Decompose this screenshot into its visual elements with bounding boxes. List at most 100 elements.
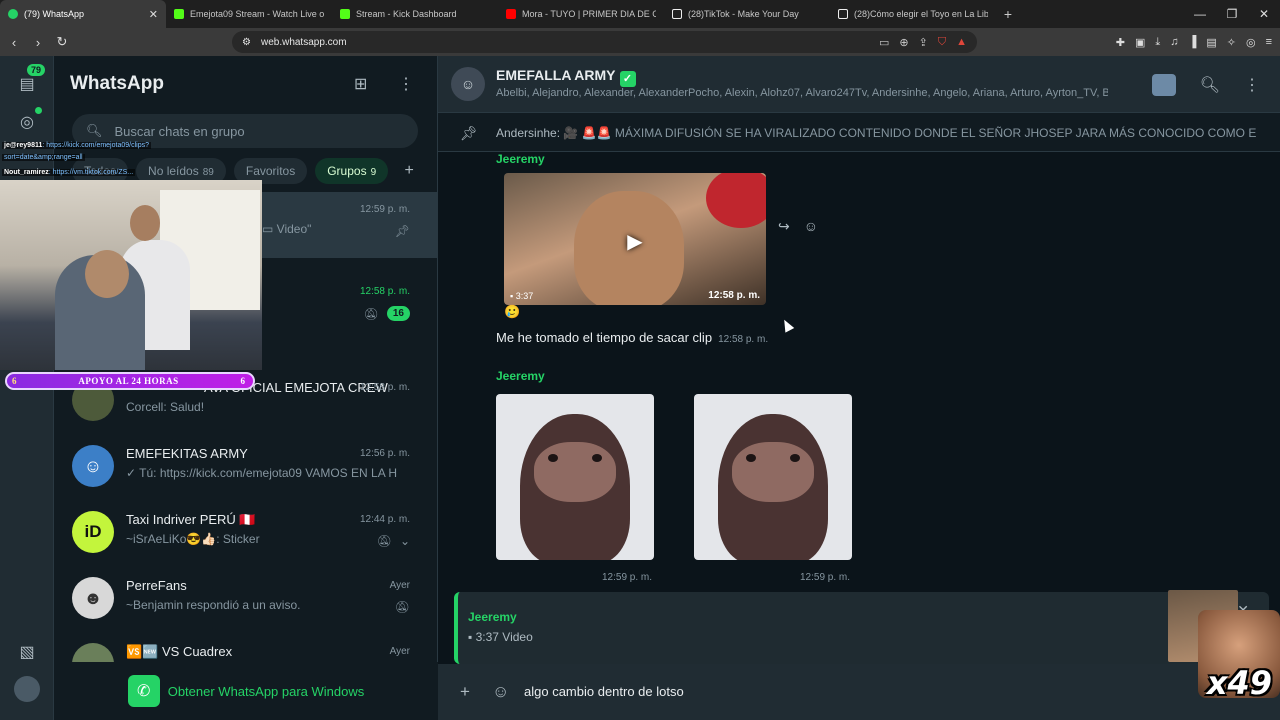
emoji-icon[interactable]: ☺: [804, 218, 818, 235]
tab-tiktok-2[interactable]: (28)Cómo elegir el Toyo en La Liberta: [830, 0, 996, 28]
chat-time: 12:58 p. m.: [359, 382, 410, 393]
close-window-icon[interactable]: ✕: [1248, 0, 1280, 28]
message-list[interactable]: Jeeremy ▶ ▪ 3:37 12:58 p. m. ↪ ☺ 🥲 Me he…: [438, 152, 1280, 582]
more-options-icon[interactable]: ⋮: [398, 74, 414, 94]
cam-head: [130, 205, 160, 241]
restore-icon[interactable]: ❐: [1216, 0, 1248, 28]
chat-row[interactable]: iD Taxi Indriver PERÚ 🇵🇪 ~iSrAeLiKo😎👍🏻: …: [54, 502, 438, 568]
video-call-icon[interactable]: [1151, 74, 1176, 96]
header-actions: 🔍︎ ⋮: [1151, 74, 1260, 96]
chevron-down-icon[interactable]: ⌄: [400, 534, 410, 548]
media-icon[interactable]: ▧: [13, 638, 41, 666]
tab-tiktok[interactable]: (28)TikTok - Make Your Day: [664, 0, 830, 28]
tab-title: Stream - Kick Dashboard: [356, 9, 457, 19]
chat-row[interactable]: 🆚🆕 VS Cuadrex Ayer: [54, 634, 438, 662]
cast-icon[interactable]: ▭: [879, 36, 889, 49]
reaction-emoji: 🥲: [504, 304, 521, 319]
muted-icon: 🔕︎: [376, 534, 392, 548]
tab-title: Emejota09 Stream - Watch Live on K: [190, 9, 324, 19]
tab-title: Mora - TUYO | PRIMER DIA DE CLASE: [522, 9, 656, 19]
new-tab-button[interactable]: +: [996, 0, 1020, 28]
extensions-icon[interactable]: ✚: [1116, 36, 1125, 49]
sidebar-icon[interactable]: ▐: [1189, 36, 1197, 48]
forward-icon[interactable]: ›: [28, 35, 48, 50]
vpn-icon[interactable]: ◎: [1246, 36, 1256, 49]
unread-badge: 16: [386, 306, 410, 321]
stream-alert-count: x49: [1206, 664, 1272, 702]
wallet-icon[interactable]: ▤: [1206, 36, 1216, 49]
music-icon[interactable]: ♫: [1170, 36, 1178, 48]
zoom-icon[interactable]: ⊕: [899, 36, 908, 49]
chat-meta: 📌︎: [395, 224, 410, 238]
screen: (79) WhatsApp ✕ Emejota09 Stream - Watch…: [0, 0, 1280, 720]
attach-icon[interactable]: +: [460, 682, 470, 702]
message-input[interactable]: algo cambio dentro de lotso: [524, 684, 684, 699]
more-options-icon[interactable]: ⋮: [1244, 75, 1260, 95]
chat-row[interactable]: ☻ PerreFans ~Benjamin respondió a un avi…: [54, 568, 438, 634]
reply-info: ▪ 3:37 Video: [468, 630, 533, 644]
sticker-monkey-face: [732, 442, 814, 502]
stream-banner: 6 APOYO AL 24 HORAS 6: [5, 372, 255, 390]
kick-favicon: [174, 9, 184, 19]
chat-meta: 🔕︎: [395, 600, 410, 614]
conversation-header[interactable]: ☺ EMEFALLA ARMY ✓ Abelbi, Alejandro, Alex…: [438, 56, 1280, 112]
pinned-message-bar[interactable]: 📌︎ Andersinhe: 🎥 🚨🚨 MÁXIMA DIFUSIÓN SE H…: [438, 112, 1280, 152]
chat-meta: 🔕︎ ⌄: [377, 534, 410, 548]
sticker-icon[interactable]: ☺: [492, 682, 509, 702]
site-info-icon[interactable]: ⚙: [242, 37, 251, 48]
text-message[interactable]: Me he tomado el tiempo de sacar clip 12:5…: [496, 330, 768, 345]
sticker-message[interactable]: [694, 394, 852, 560]
get-windows-app-link[interactable]: ✆ Obtener WhatsApp para Windows: [54, 662, 438, 720]
video-duration: ▪ 3:37: [510, 291, 534, 301]
sparkle-icon[interactable]: ✧: [1227, 36, 1236, 49]
sticker-eye: [548, 454, 558, 462]
download-icon[interactable]: ⤓: [1155, 36, 1160, 49]
minimize-icon[interactable]: —: [1184, 0, 1216, 28]
profile-avatar[interactable]: [14, 676, 40, 702]
group-avatar: ☺: [72, 445, 114, 487]
video-message[interactable]: ▶ ▪ 3:37 12:58 p. m.: [504, 173, 766, 305]
chat-time: 12:44 p. m.: [359, 514, 410, 525]
search-icon: 🔍︎: [86, 123, 103, 138]
filter-groups[interactable]: Grupos 9: [315, 158, 389, 184]
add-filter-icon[interactable]: +: [396, 158, 422, 184]
tab-kick-dashboard[interactable]: Stream - Kick Dashboard: [332, 0, 498, 28]
message-sender: Jeeremy: [496, 369, 545, 383]
alert-icon[interactable]: ▲: [956, 36, 967, 48]
sticker-monkey-face: [534, 442, 616, 502]
sticker-eye: [592, 454, 602, 462]
message-composer: + ☺ algo cambio dentro de lotso: [438, 664, 1280, 720]
sticker-message[interactable]: [496, 394, 654, 560]
reply-preview[interactable]: Jeeremy ▪ 3:37 Video ✕: [454, 590, 1269, 664]
banner-number: 6: [240, 376, 246, 386]
tab-kick-stream[interactable]: Emejota09 Stream - Watch Live on K: [166, 0, 332, 28]
extension-icons: ✚ ▣ ⤓ ♫ ▐ ▤ ✧ ◎ ≡: [1116, 28, 1272, 56]
filter-count: 9: [370, 167, 377, 178]
muted-icon: 🔕︎: [363, 306, 379, 321]
address-bar-row: ‹ › ↻ ⚙ web.whatsapp.com ▭ ⊕ ⇪ ⛉ ▲ ☆ ✚ ▣…: [0, 28, 1280, 56]
close-tab-icon[interactable]: ✕: [149, 8, 158, 21]
banner-text: APOYO AL 24 HORAS: [78, 376, 179, 386]
shield-icon[interactable]: ⛉: [938, 36, 946, 49]
message-sender: Jeeremy: [496, 152, 545, 166]
search-icon[interactable]: 🔍︎: [1200, 75, 1220, 95]
url-text: web.whatsapp.com: [260, 36, 347, 48]
chat-row[interactable]: ☺ EMEFEKITAS ARMY ✓ Tú: https://kick.com…: [54, 436, 438, 502]
group-avatar[interactable]: ☺: [451, 67, 485, 101]
reload-icon[interactable]: ↻: [52, 34, 72, 50]
back-icon[interactable]: ‹: [4, 35, 24, 50]
forward-icon[interactable]: ↪: [778, 218, 790, 235]
tab-whatsapp[interactable]: (79) WhatsApp ✕: [0, 0, 166, 28]
play-icon[interactable]: ▶: [622, 228, 648, 254]
menu-icon[interactable]: ≡: [1266, 36, 1272, 48]
screenshot-icon[interactable]: ▣: [1135, 36, 1145, 49]
url-field[interactable]: ⚙ web.whatsapp.com ▭ ⊕ ⇪ ⛉ ▲: [232, 31, 977, 53]
whatsapp-favicon: [8, 9, 18, 19]
new-chat-icon[interactable]: ⊞: [354, 74, 367, 94]
group-avatar: iD: [72, 511, 114, 553]
message-time: 12:58 p. m.: [718, 334, 769, 345]
share-icon[interactable]: ⇪: [919, 36, 928, 49]
pin-icon: 📌︎: [394, 224, 410, 238]
status-icon[interactable]: ◎: [13, 108, 41, 136]
tab-youtube[interactable]: Mora - TUYO | PRIMER DIA DE CLASE: [498, 0, 664, 28]
